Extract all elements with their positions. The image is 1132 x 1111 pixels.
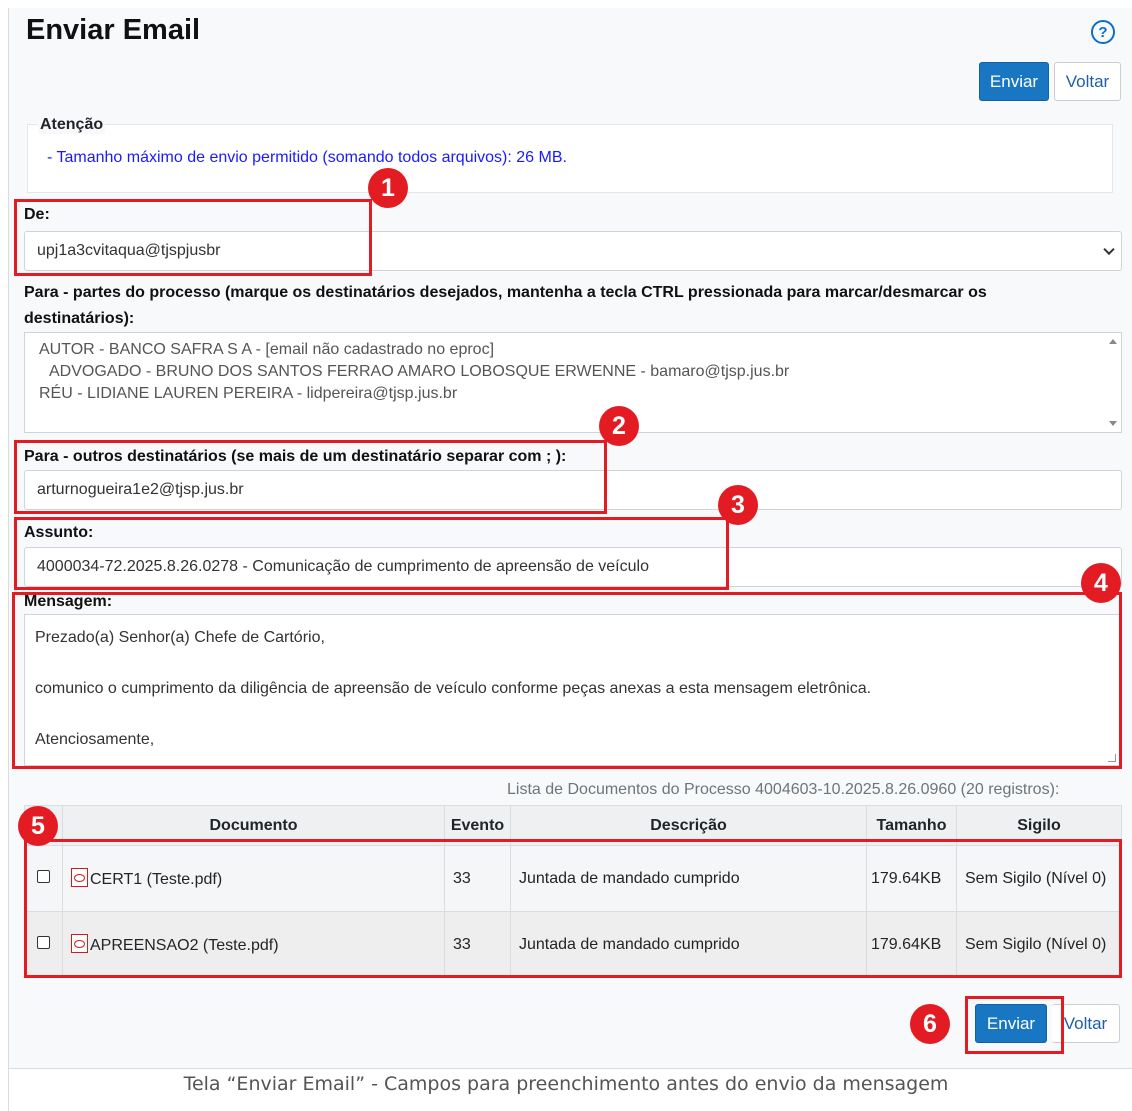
chevron-down-icon	[1103, 243, 1115, 256]
callout-badge-3: 3	[718, 485, 758, 525]
send-button-top[interactable]: Enviar	[979, 62, 1049, 101]
callout-frame-to-others	[14, 440, 607, 514]
scroll-up-icon[interactable]	[1109, 339, 1117, 344]
scroll-down-icon[interactable]	[1109, 421, 1117, 426]
notice-heading: Atenção	[38, 116, 106, 134]
to-parties-listbox[interactable]: AUTOR - BANCO SAFRA S A - [email não cad…	[24, 332, 1122, 433]
callout-badge-5: 5	[18, 806, 58, 846]
callout-frame-from	[14, 199, 372, 276]
callout-frame-documents	[24, 839, 1122, 978]
listbox-option[interactable]: AUTOR - BANCO SAFRA S A - [email não cad…	[39, 339, 1107, 361]
callout-badge-1: 1	[368, 168, 408, 208]
callout-frame-message	[12, 592, 1122, 769]
page-title: Enviar Email	[26, 14, 201, 46]
documents-caption: Lista de Documentos do Processo 4004603-…	[507, 781, 1060, 798]
listbox-option[interactable]: RÉU - LIDIANE LAUREN PEREIRA - lidpereir…	[39, 383, 1107, 405]
callout-frame-subject	[14, 517, 729, 590]
callout-badge-6: 6	[910, 1004, 950, 1044]
to-parties-label-line2: destinatários):	[24, 310, 135, 327]
help-icon[interactable]: ?	[1091, 20, 1115, 44]
figure-caption: Tela “Enviar Email” - Campos para preenc…	[183, 1073, 949, 1095]
to-parties-label-line1: Para - partes do processo (marque os des…	[24, 284, 987, 301]
listbox-option[interactable]: ADVOGADO - BRUNO DOS SANTOS FERRAO AMARO…	[39, 361, 1107, 383]
notice-text: - Tamanho máximo de envio permitido (som…	[47, 149, 567, 166]
callout-badge-4: 4	[1081, 563, 1121, 603]
callout-badge-2: 2	[599, 406, 639, 446]
back-button-top[interactable]: Voltar	[1054, 62, 1121, 101]
callout-frame-send	[965, 996, 1064, 1054]
